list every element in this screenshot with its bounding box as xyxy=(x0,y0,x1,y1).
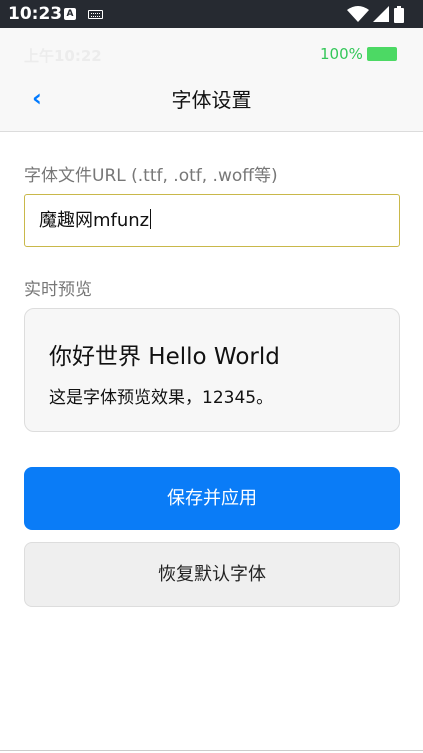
save-apply-button[interactable]: 保存并应用 xyxy=(24,467,400,530)
page-title: 字体设置 xyxy=(171,88,252,112)
app-header: 上午10:22 100% ‹ 字体设置 xyxy=(0,28,423,132)
preview-body-text: 这是字体预览效果，12345。 xyxy=(49,388,274,408)
header-clock: 上午10:22 xyxy=(24,47,102,65)
bottom-divider xyxy=(0,750,423,751)
wifi-icon xyxy=(347,6,369,22)
reset-default-font-button[interactable]: 恢复默认字体 xyxy=(24,542,400,607)
cellular-signal-icon xyxy=(373,6,389,22)
font-url-input[interactable]: 魔趣网mfunz xyxy=(24,194,400,247)
preview-label: 实时预览 xyxy=(24,280,92,300)
battery-percentage: 100% xyxy=(320,45,363,63)
system-status-icons xyxy=(347,4,417,24)
keyboard-icon xyxy=(88,10,103,19)
font-url-value: 魔趣网mfunz xyxy=(39,210,150,231)
system-clock: 10:23 xyxy=(8,4,63,24)
font-preview-box: 你好世界 Hello World 这是字体预览效果，12345。 xyxy=(24,308,400,432)
app-screen: 10:23 A 上午10:22 100% ‹ 字体设置 字体文件URL (.tt… xyxy=(0,0,423,753)
system-status-bar: 10:23 A xyxy=(0,0,423,28)
battery-full-icon xyxy=(367,47,397,61)
battery-icon xyxy=(394,6,404,23)
text-cursor xyxy=(150,209,152,229)
preview-title-text: 你好世界 Hello World xyxy=(49,344,280,370)
font-url-label: 字体文件URL (.ttf, .otf, .woff等) xyxy=(24,166,278,186)
a-badge-icon: A xyxy=(64,8,76,20)
